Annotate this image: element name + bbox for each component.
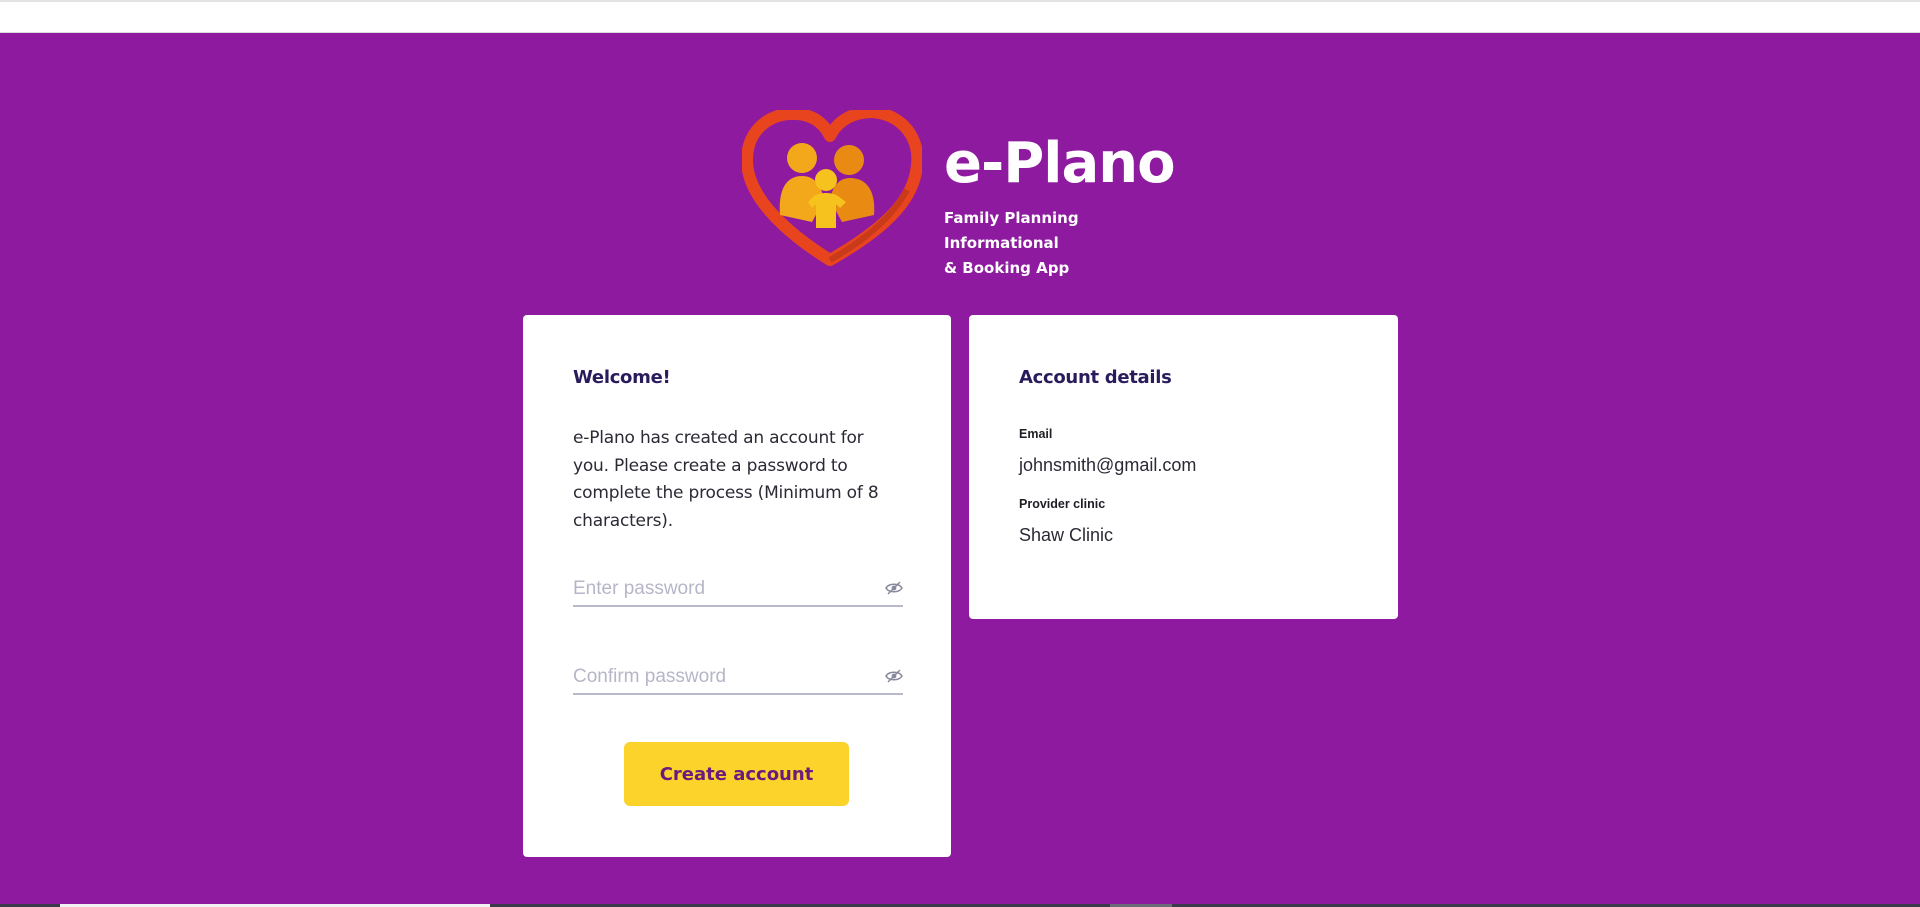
eye-slash-icon[interactable] xyxy=(885,669,903,683)
heart-family-logo-icon xyxy=(742,110,922,266)
create-account-button[interactable]: Create account xyxy=(624,742,849,806)
brand-tagline-line-2: & Booking App xyxy=(944,259,1070,277)
account-details-card: Account details Email johnsmith@gmail.co… xyxy=(969,315,1398,619)
brand-tagline: Family Planning Informational & Booking … xyxy=(944,206,1184,281)
confirm-password-field[interactable]: Confirm password xyxy=(573,660,903,695)
welcome-title: Welcome! xyxy=(573,367,671,388)
password-field[interactable]: Enter password xyxy=(573,572,903,607)
brand-tagline-line-1: Family Planning Informational xyxy=(944,209,1079,252)
provider-clinic-label: Provider clinic xyxy=(1019,497,1106,511)
email-label: Email xyxy=(1019,427,1053,441)
confirm-password-placeholder: Confirm password xyxy=(573,666,727,687)
account-details-title: Account details xyxy=(1019,367,1172,388)
browser-top-bar xyxy=(0,0,1920,33)
welcome-message: e-Plano has created an account for you. … xyxy=(573,428,879,531)
brand-logo: e-Plano Family Planning Informational & … xyxy=(742,110,1182,277)
welcome-card: Welcome! e-Plano has created an account … xyxy=(523,315,951,857)
provider-clinic-value: Shaw Clinic xyxy=(1019,525,1114,545)
brand-name: e-Plano xyxy=(944,131,1176,196)
eye-slash-icon[interactable] xyxy=(885,581,903,595)
password-placeholder: Enter password xyxy=(573,578,706,599)
email-value: johnsmith@gmail.com xyxy=(1019,455,1197,475)
page-background: e-Plano Family Planning Informational & … xyxy=(0,33,1920,904)
